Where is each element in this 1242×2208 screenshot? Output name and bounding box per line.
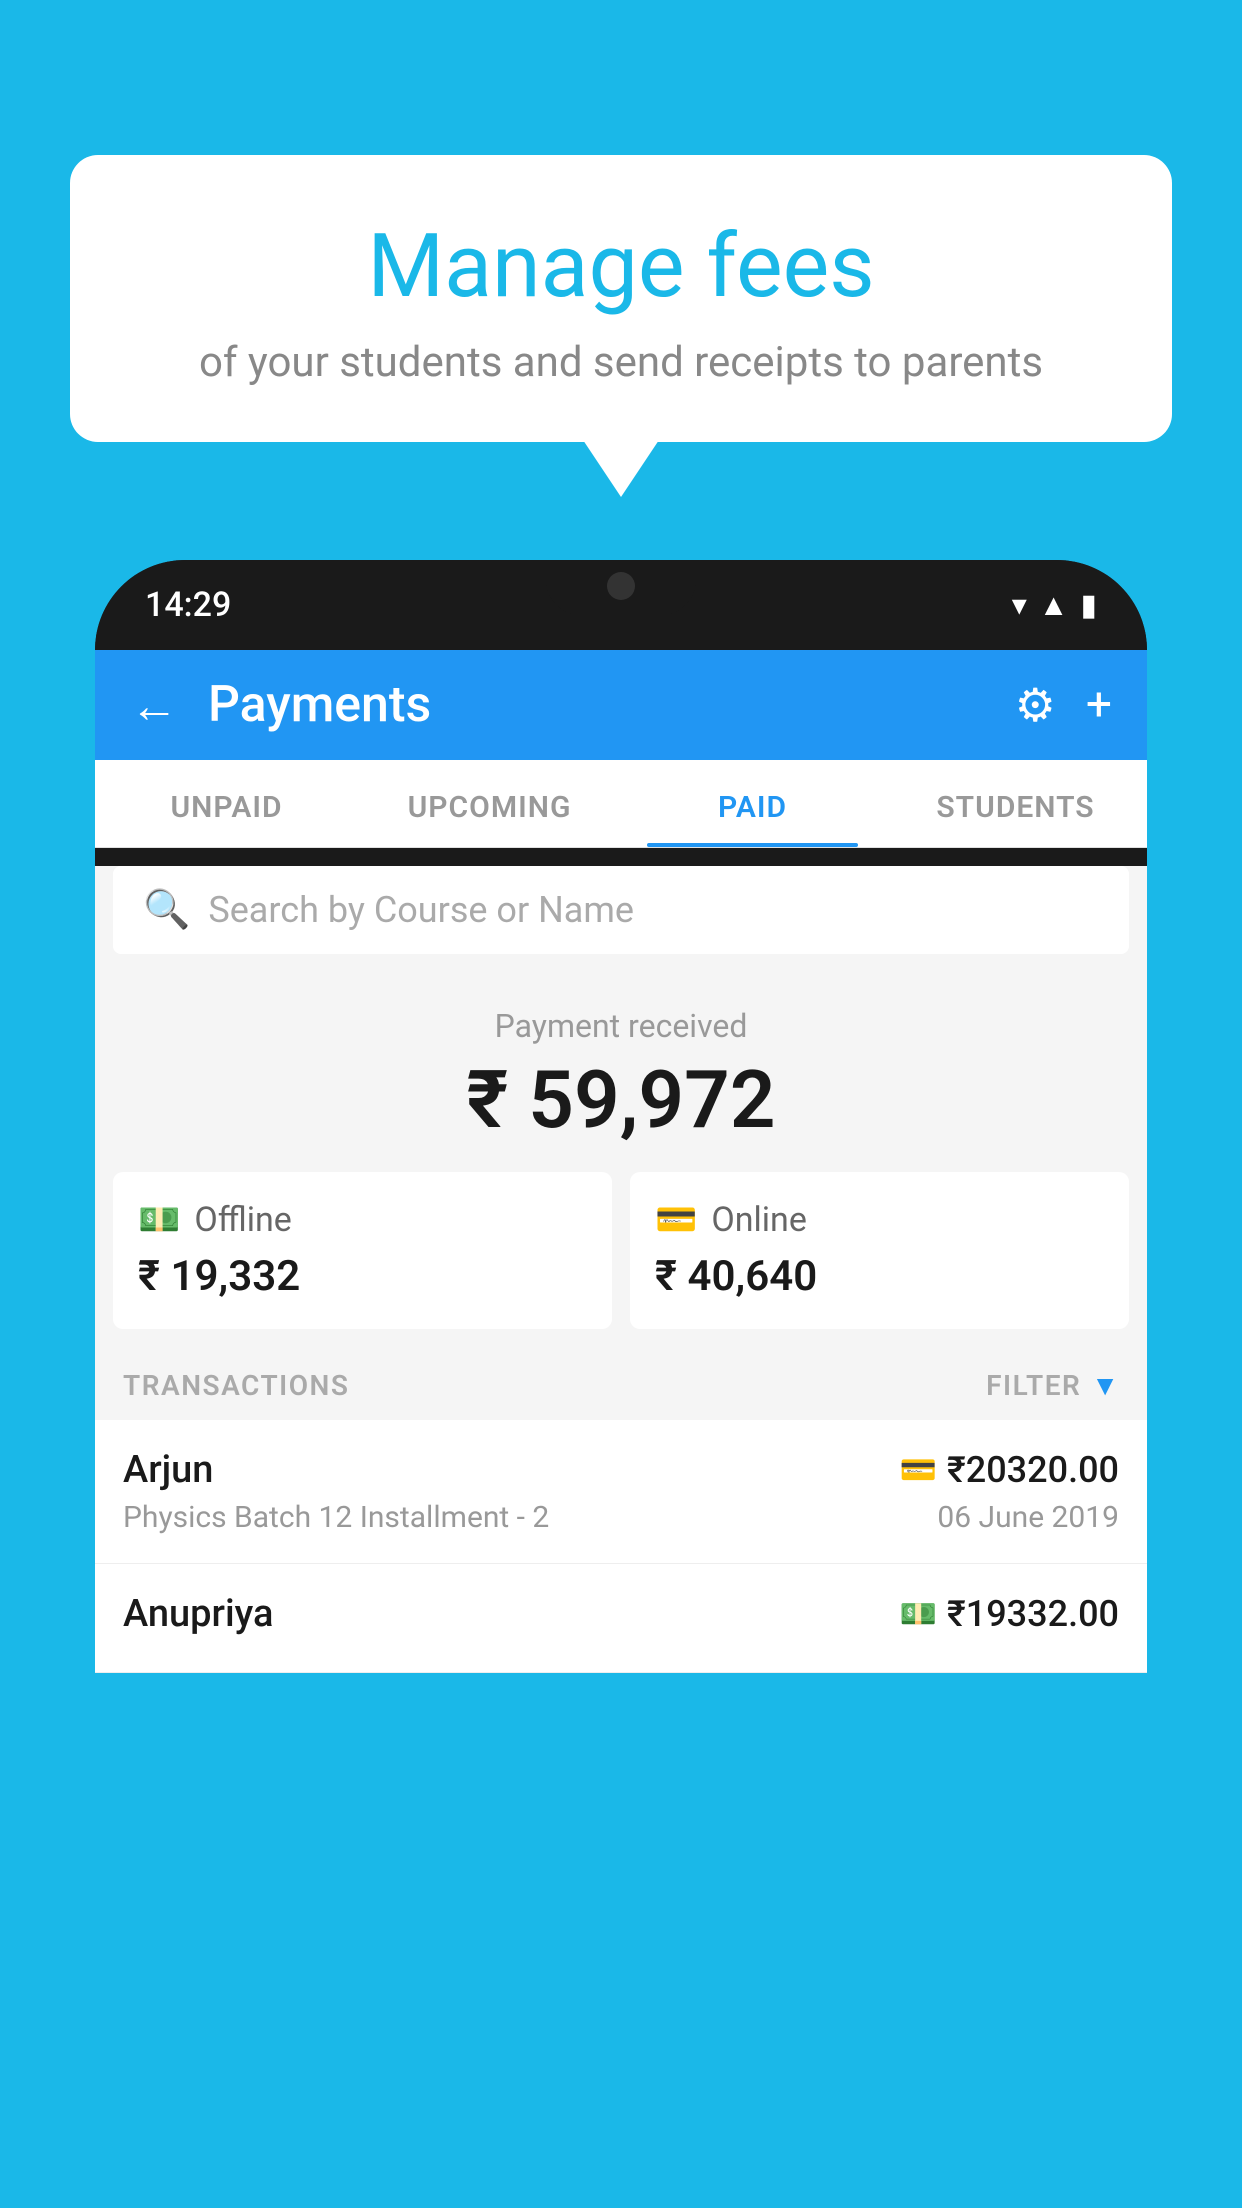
offline-icon: 💵: [138, 1200, 180, 1240]
tab-paid[interactable]: PAID: [621, 760, 884, 847]
online-icon: 💳: [655, 1200, 697, 1240]
search-placeholder: Search by Course or Name: [208, 889, 634, 931]
payment-type-icon: 💳: [900, 1453, 937, 1488]
phone-container: 14:29 ▾ ▲ ▮ ← Payments ⚙ + UNPAID: [95, 560, 1147, 2208]
speech-bubble-container: Manage fees of your students and send re…: [70, 155, 1172, 442]
filter-container[interactable]: FILTER ▼: [986, 1369, 1119, 1402]
transaction-name: Arjun: [123, 1448, 213, 1492]
plus-icon[interactable]: +: [1086, 678, 1112, 732]
search-bar[interactable]: 🔍 Search by Course or Name: [113, 866, 1129, 954]
transactions-header: TRANSACTIONS FILTER ▼: [95, 1351, 1147, 1420]
app-bar-icons: ⚙ +: [1015, 678, 1112, 733]
filter-label: FILTER: [986, 1369, 1081, 1402]
online-amount: ₹ 40,640: [655, 1252, 1104, 1301]
tab-students[interactable]: STUDENTS: [884, 760, 1147, 847]
wifi-icon: ▾: [1012, 588, 1027, 623]
gear-icon[interactable]: ⚙: [1015, 678, 1056, 733]
tab-upcoming[interactable]: UPCOMING: [358, 760, 621, 847]
speech-bubble: Manage fees of your students and send re…: [70, 155, 1172, 442]
transaction-amount: ₹19332.00: [947, 1593, 1119, 1635]
status-time: 14:29: [145, 585, 231, 625]
transaction-item[interactable]: Arjun 💳 ₹20320.00 Physics Batch 12 Insta…: [95, 1420, 1147, 1564]
online-label: Online: [711, 1200, 807, 1240]
offline-card: 💵 Offline ₹ 19,332: [113, 1172, 612, 1329]
camera-dot: [607, 572, 635, 600]
app-bar: ← Payments ⚙ +: [95, 650, 1147, 760]
transaction-date: 06 June 2019: [937, 1500, 1119, 1535]
filter-icon: ▼: [1091, 1369, 1119, 1402]
back-button[interactable]: ←: [130, 677, 178, 734]
tab-unpaid[interactable]: UNPAID: [95, 760, 358, 847]
transaction-amount-row: 💵 ₹19332.00: [900, 1593, 1119, 1635]
content-area: 🔍 Search by Course or Name Payment recei…: [95, 866, 1147, 1673]
transaction-detail-row: Physics Batch 12 Installment - 2 06 June…: [123, 1500, 1119, 1535]
speech-bubble-subtitle: of your students and send receipts to pa…: [120, 338, 1122, 387]
payment-received-amount: ₹ 59,972: [115, 1053, 1127, 1147]
payment-type-icon: 💵: [900, 1597, 937, 1632]
payment-received-label: Payment received: [115, 1007, 1127, 1045]
transaction-row: Anupriya 💵 ₹19332.00: [123, 1592, 1119, 1636]
notch: [546, 560, 696, 615]
phone-frame: 14:29 ▾ ▲ ▮ ← Payments ⚙ + UNPAID: [95, 560, 1147, 1673]
payment-received-section: Payment received ₹ 59,972: [95, 972, 1147, 1172]
tabs: UNPAID UPCOMING PAID STUDENTS: [95, 760, 1147, 848]
transactions-label: TRANSACTIONS: [123, 1369, 349, 1402]
transaction-amount: ₹20320.00: [947, 1449, 1119, 1491]
online-card: 💳 Online ₹ 40,640: [630, 1172, 1129, 1329]
status-bar: 14:29 ▾ ▲ ▮: [95, 560, 1147, 650]
speech-bubble-title: Manage fees: [120, 215, 1122, 318]
offline-label: Offline: [194, 1200, 291, 1240]
offline-amount: ₹ 19,332: [138, 1252, 587, 1301]
payment-cards: 💵 Offline ₹ 19,332 💳 Online ₹ 40,640: [95, 1172, 1147, 1351]
transaction-description: Physics Batch 12 Installment - 2: [123, 1500, 549, 1535]
battery-icon: ▮: [1080, 588, 1097, 623]
signal-icon: ▲: [1039, 588, 1069, 623]
transaction-row: Arjun 💳 ₹20320.00: [123, 1448, 1119, 1492]
search-icon: 🔍: [143, 888, 190, 932]
transaction-name: Anupriya: [123, 1592, 273, 1636]
transaction-item[interactable]: Anupriya 💵 ₹19332.00: [95, 1564, 1147, 1673]
transaction-amount-row: 💳 ₹20320.00: [900, 1449, 1119, 1491]
status-icons: ▾ ▲ ▮: [1012, 588, 1097, 623]
app-bar-title: Payments: [208, 676, 1015, 734]
